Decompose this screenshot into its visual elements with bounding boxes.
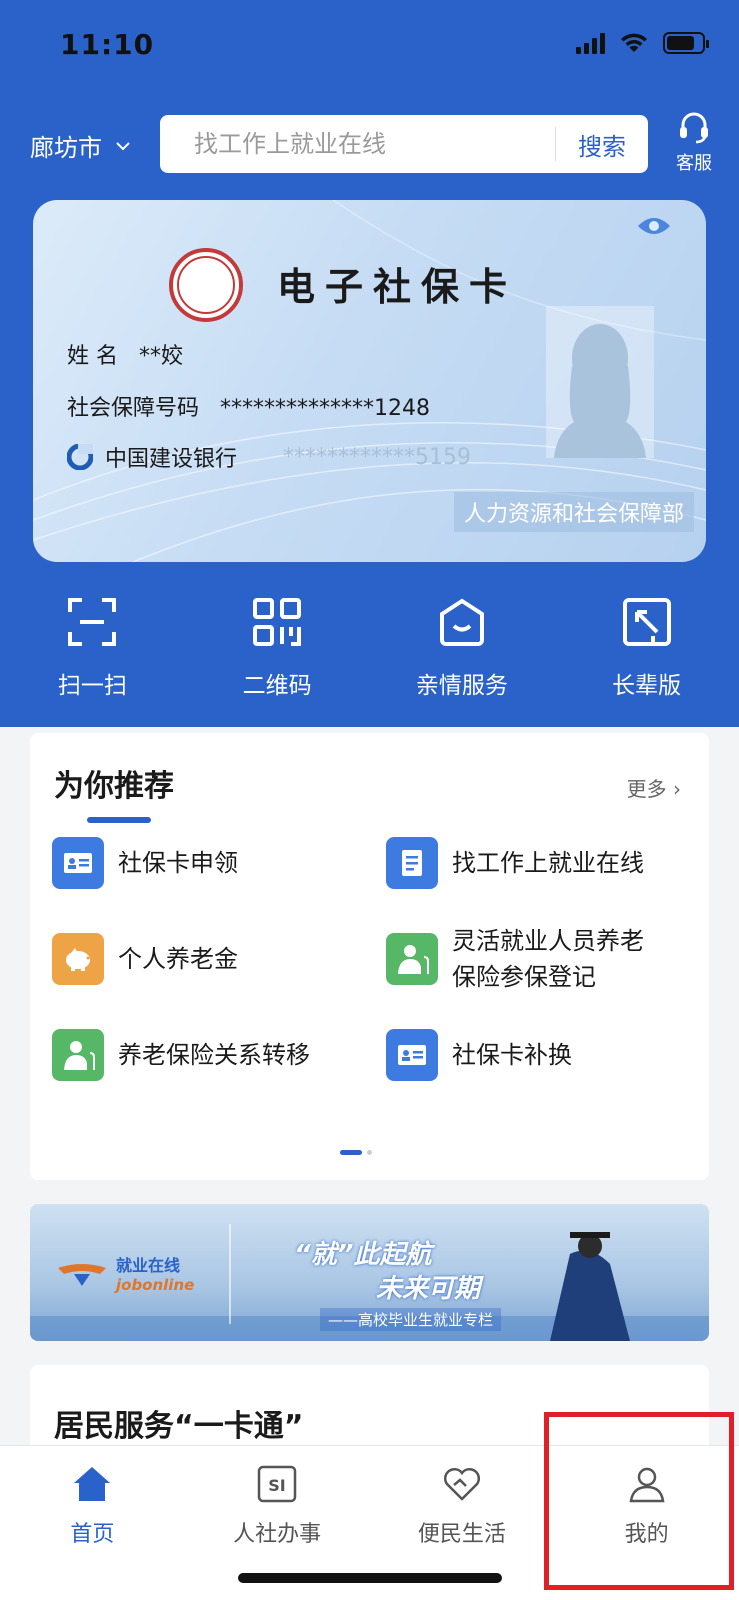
recommend-item-flexible-pension[interactable]: 灵活就业人员养老 保险参保登记 [386, 923, 644, 995]
signal-icon [576, 32, 605, 54]
customer-service-button[interactable]: 客服 [666, 110, 722, 175]
recommend-item-label: 社保卡补换 [452, 1041, 572, 1069]
scan-icon [0, 592, 185, 652]
banner-caption: ——高校毕业生就业专栏 [320, 1308, 502, 1331]
city-label: 廊坊市 [30, 134, 102, 162]
recommend-item-label-line: 灵活就业人员养老 [452, 927, 644, 955]
quick-action-scan[interactable]: 扫一扫 [0, 592, 185, 700]
card-ssn-label: 社会保障号码 [67, 396, 200, 421]
recommend-panel: 为你推荐 更多 › 社保卡申领 找工作上就业在线 个人养老金 灵活就业人员养老 … [30, 733, 709, 1180]
chevron-down-icon [116, 141, 130, 150]
recommend-item-label-line: 保险参保登记 [452, 963, 596, 991]
quick-actions: 扫一扫 二维码 亲情服务 长辈版 [0, 592, 739, 700]
svg-text:SI: SI [268, 1476, 285, 1495]
search-input[interactable] [160, 130, 555, 158]
heart-hands-icon [370, 1458, 555, 1510]
eye-toggle-icon[interactable] [636, 214, 672, 242]
id-card-icon [386, 1029, 438, 1081]
recommend-item-label: 找工作上就业在线 [452, 849, 644, 877]
resident-service-title: 居民服务“一卡通” [54, 1409, 304, 1444]
tab-home[interactable]: 首页 [0, 1446, 185, 1600]
banner-headline: “就”此起航 [294, 1240, 432, 1270]
card-photo-placeholder [546, 306, 654, 458]
quick-action-label: 长辈版 [612, 673, 682, 699]
card-name-row: 姓 名 **姣 [67, 338, 183, 370]
status-icons [576, 32, 709, 54]
pager-dot-active [340, 1150, 362, 1155]
quick-action-family-service[interactable]: 亲情服务 [370, 592, 555, 700]
wifi-icon [621, 33, 647, 52]
ccb-bank-icon [67, 444, 93, 470]
tab-label: 便民生活 [417, 1522, 506, 1547]
elder-person-icon [52, 1029, 104, 1081]
headset-icon [680, 112, 708, 144]
pager-dot [367, 1150, 372, 1155]
status-time: 11:10 [60, 28, 155, 61]
home-icon [0, 1458, 185, 1510]
recommend-item-card-apply[interactable]: 社保卡申领 [52, 837, 238, 889]
quick-action-elder-mode[interactable]: 长辈版 [554, 592, 739, 700]
banner-brand-cn: 就业在线 [116, 1256, 181, 1275]
pager-dots [340, 1150, 372, 1155]
banner-brand-en: jobonline [116, 1276, 195, 1294]
banner-brand: 就业在线 jobonline [56, 1252, 194, 1294]
recommend-title: 为你推荐 [54, 769, 174, 804]
recommend-item-label: 养老保险关系转移 [118, 1041, 310, 1069]
banner-subheadline: 未来可期 [376, 1274, 481, 1304]
document-icon [386, 837, 438, 889]
card-name-label: 姓 名 [67, 344, 118, 369]
home-indicator [238, 1573, 502, 1583]
recommend-item-card-replace[interactable]: 社保卡补换 [386, 1029, 572, 1081]
card-bank-row: 中国建设银行 ************5159 [67, 441, 471, 473]
quick-action-label: 亲情服务 [415, 673, 508, 699]
tab-label: 首页 [70, 1522, 115, 1547]
employment-banner[interactable]: 就业在线 jobonline “就”此起航 未来可期 ——高校毕业生就业专栏 [30, 1204, 709, 1341]
piggy-bank-icon [52, 933, 104, 985]
card-name-value: **姣 [138, 344, 183, 369]
quick-action-qrcode[interactable]: 二维码 [185, 592, 370, 700]
recommend-item-personal-pension[interactable]: 个人养老金 [52, 933, 238, 985]
elder-mode-icon [554, 592, 739, 652]
recommend-title-underline [87, 817, 151, 823]
search-button[interactable]: 搜索 [556, 127, 648, 162]
more-label: 更多 [626, 777, 667, 801]
card-ssn-row: 社会保障号码 **************1248 [67, 390, 430, 422]
recommend-item-pension-transfer[interactable]: 养老保险关系转移 [52, 1029, 310, 1081]
card-issuer: 人力资源和社会保障部 [453, 492, 694, 532]
recommend-item-label: 社保卡申领 [118, 849, 238, 877]
tab-label: 人社办事 [233, 1522, 322, 1547]
recommend-item-job-search[interactable]: 找工作上就业在线 [386, 837, 644, 889]
chevron-right-icon: › [673, 777, 681, 801]
social-security-card[interactable]: 电子社保卡 姓 名 **姣 社会保障号码 **************1248 … [33, 200, 706, 562]
search-bar: 搜索 [160, 115, 648, 173]
more-link[interactable]: 更多 › [627, 773, 681, 802]
battery-icon [663, 32, 709, 54]
card-ssn-value: **************1248 [220, 396, 430, 421]
recommend-item-label: 个人养老金 [118, 945, 238, 973]
quick-action-label: 二维码 [242, 673, 312, 699]
qrcode-icon [185, 592, 370, 652]
elder-person-icon [386, 933, 438, 985]
card-bank-account: ************5159 [283, 444, 472, 470]
quick-action-label: 扫一扫 [57, 673, 127, 699]
highlight-box [544, 1412, 734, 1590]
card-title: 电子社保卡 [277, 264, 518, 309]
si-icon: SI [185, 1458, 370, 1510]
id-card-icon [52, 837, 104, 889]
jobonline-logo-icon [58, 1264, 106, 1286]
customer-service-label: 客服 [676, 153, 712, 174]
social-security-logo [169, 248, 243, 322]
recommend-item-label: 灵活就业人员养老 保险参保登记 [452, 923, 644, 995]
card-bank-name: 中国建设银行 [105, 447, 238, 472]
city-selector[interactable]: 廊坊市 [30, 128, 130, 163]
family-service-icon [370, 592, 555, 652]
